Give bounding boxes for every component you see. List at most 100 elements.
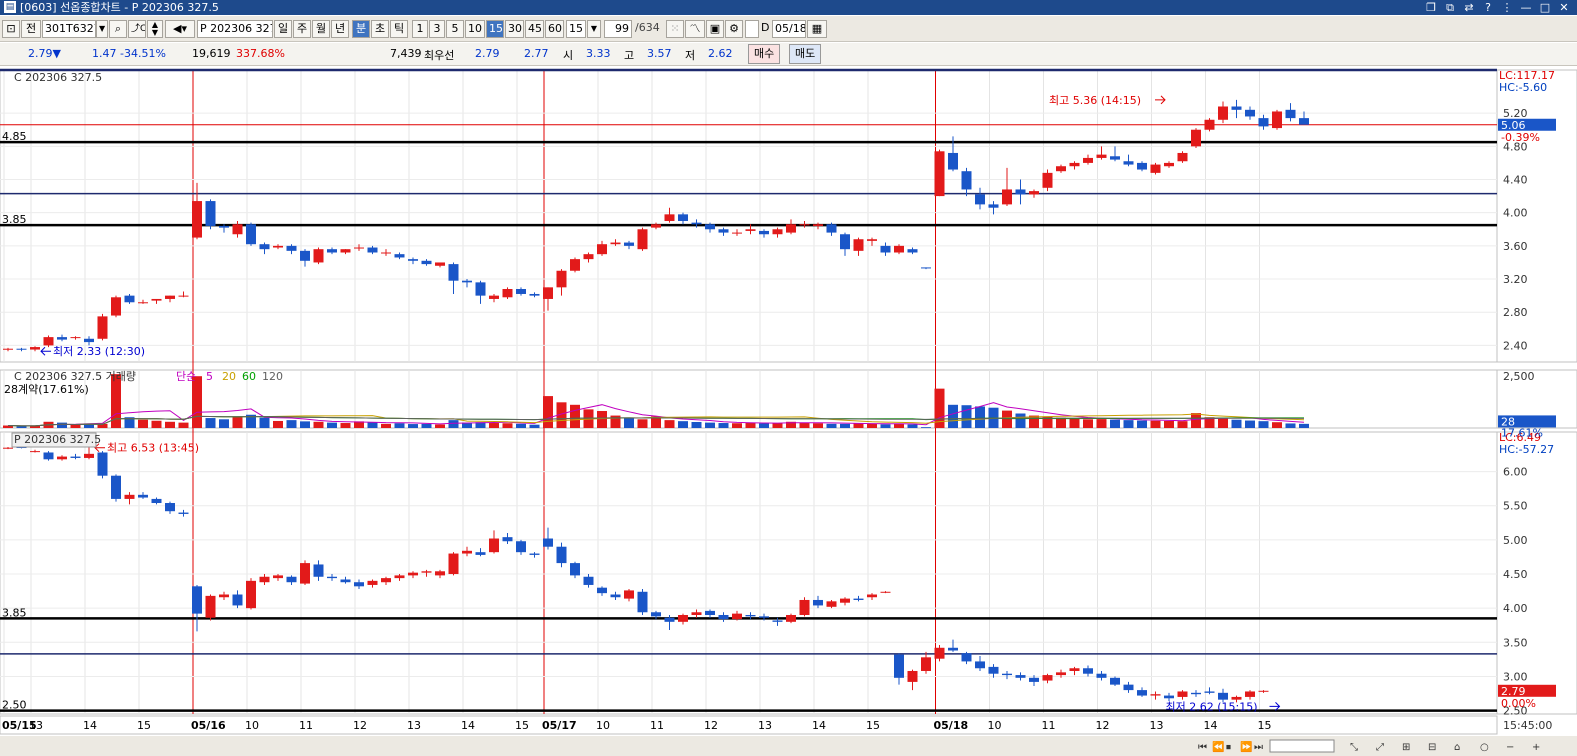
buy-button[interactable]: 매수 <box>748 44 781 64</box>
grid-icon[interactable]: ⁙ <box>666 20 684 38</box>
candle <box>1231 696 1242 700</box>
restore-icon[interactable]: ❐ <box>1424 0 1438 15</box>
search-icon[interactable]: ⌕ <box>109 20 127 38</box>
scroll-control-icon[interactable]: ⏮ <box>1198 742 1207 753</box>
period-second[interactable]: 초 <box>371 20 389 38</box>
interval-60[interactable]: 60 <box>545 20 564 38</box>
period-week[interactable]: 주 <box>293 20 311 38</box>
candle <box>1123 684 1134 691</box>
ma-period-label: 60 <box>242 370 256 383</box>
screen-toggle-icon[interactable]: ⊡ <box>2 20 20 38</box>
scroll-control-icon[interactable]: ⏹ <box>1226 742 1231 753</box>
zoom-control-icon[interactable]: ⤢ <box>1376 742 1384 753</box>
save-icon[interactable]: ▣ <box>706 20 724 38</box>
candle <box>1042 172 1053 188</box>
close-icon[interactable]: ✕ <box>1557 0 1571 15</box>
quote-high-label: 고 <box>624 49 635 62</box>
code-input[interactable]: 301T6327 <box>42 20 96 38</box>
volume-bar <box>880 424 891 428</box>
candle <box>1218 692 1228 700</box>
candle <box>448 553 459 575</box>
candle <box>1083 668 1093 674</box>
maximize-icon[interactable]: □ <box>1538 0 1552 15</box>
candle <box>556 546 567 564</box>
interval-1[interactable]: 1 <box>412 20 428 38</box>
zoom-control-icon[interactable]: ⌂ <box>1454 742 1460 753</box>
candle <box>921 267 931 269</box>
candle <box>786 614 796 622</box>
period-tick[interactable]: 틱 <box>390 20 408 38</box>
interval-5[interactable]: 5 <box>446 20 464 38</box>
quote-low-label: 저 <box>685 49 696 62</box>
calendar-icon[interactable]: ▦ <box>807 20 827 38</box>
count-total: /634 <box>635 21 660 34</box>
scroll-control-icon[interactable]: ⏩ <box>1240 740 1252 753</box>
zoom-control-icon[interactable]: ⊞ <box>1402 742 1410 753</box>
name-input[interactable]: P 202306 327 <box>197 20 273 38</box>
candle <box>1056 166 1066 172</box>
copy-icon[interactable]: ⧉ <box>1443 0 1457 15</box>
candle <box>367 580 378 585</box>
code-dropdown-icon[interactable]: ▼ <box>96 20 108 38</box>
volume-bar <box>894 423 904 428</box>
candle <box>1164 695 1174 699</box>
candle <box>1042 675 1053 681</box>
interval-15[interactable]: 15 <box>486 20 504 38</box>
link-code-icon[interactable]: ⤴C <box>128 20 146 38</box>
interval-3[interactable]: 3 <box>429 20 445 38</box>
scroll-control-icon[interactable]: ⏪ <box>1212 740 1224 753</box>
candle <box>907 670 918 682</box>
candle <box>759 230 769 235</box>
candle <box>813 224 823 226</box>
interval-30[interactable]: 30 <box>505 20 524 38</box>
candle <box>192 586 202 614</box>
scrollbar-track[interactable] <box>0 736 1577 756</box>
volume-bar <box>516 423 526 428</box>
interval-dropdown-icon[interactable]: ▼ <box>587 20 601 38</box>
interval-45[interactable]: 45 <box>525 20 544 38</box>
gear-icon[interactable]: ⚙ <box>725 20 743 38</box>
zoom-control-icon[interactable]: − <box>1506 742 1514 753</box>
stepper-icon[interactable]: ▲ ▼ <box>147 20 163 38</box>
link-icon[interactable]: ⇄ <box>1462 0 1476 15</box>
sell-button[interactable]: 매도 <box>789 44 822 64</box>
volume-bar <box>664 420 675 428</box>
prev-button[interactable]: 전 <box>21 20 41 38</box>
d-checkbox-label: D <box>761 21 770 34</box>
candle <box>30 451 40 453</box>
candle <box>921 657 931 671</box>
period-month[interactable]: 월 <box>312 20 330 38</box>
chart-area[interactable]: 2.402.803.203.604.004.404.805.204.853.85… <box>0 66 1577 756</box>
volume-bar <box>219 419 229 428</box>
period-day[interactable]: 일 <box>274 20 292 38</box>
date-input[interactable]: 05/18 <box>772 20 806 38</box>
y-tick-label: 3.20 <box>1503 273 1528 286</box>
period-minute[interactable]: 분 <box>352 20 370 38</box>
volume-bar <box>1272 422 1282 428</box>
settings-icon[interactable]: ⋮ <box>1500 0 1514 15</box>
period-year[interactable]: 년 <box>331 20 349 38</box>
candle <box>70 456 81 458</box>
scroll-thumb[interactable] <box>1269 739 1335 753</box>
count-input[interactable]: 99 <box>604 20 632 38</box>
interval-10[interactable]: 10 <box>465 20 485 38</box>
zoom-control-icon[interactable]: ⤡ <box>1350 742 1358 753</box>
minimize-icon[interactable]: — <box>1519 0 1533 15</box>
zoom-control-icon[interactable]: ○ <box>1480 742 1489 753</box>
toolbar: ⊡ 전 301T6327 ▼ ⌕ ⤴C ▲ ▼ ◀▾ P 202306 327 일… <box>0 16 1577 42</box>
volume-bar <box>192 376 202 428</box>
zoom-control-icon[interactable]: + <box>1532 742 1540 753</box>
candle <box>1272 111 1282 129</box>
zoom-control-icon[interactable]: ⊟ <box>1428 742 1436 753</box>
line-chart-icon[interactable]: 〽 <box>685 20 705 38</box>
candle <box>394 575 405 579</box>
scroll-control-icon[interactable]: ⏭ <box>1254 742 1263 753</box>
interval-select[interactable]: 15 <box>566 20 586 38</box>
candle <box>718 614 729 620</box>
candle <box>502 289 513 298</box>
d-checkbox[interactable] <box>745 20 759 38</box>
candle <box>1164 162 1174 167</box>
speaker-icon[interactable]: ◀▾ <box>165 20 195 38</box>
help-icon[interactable]: ? <box>1481 0 1495 15</box>
volume-bar <box>624 418 634 428</box>
